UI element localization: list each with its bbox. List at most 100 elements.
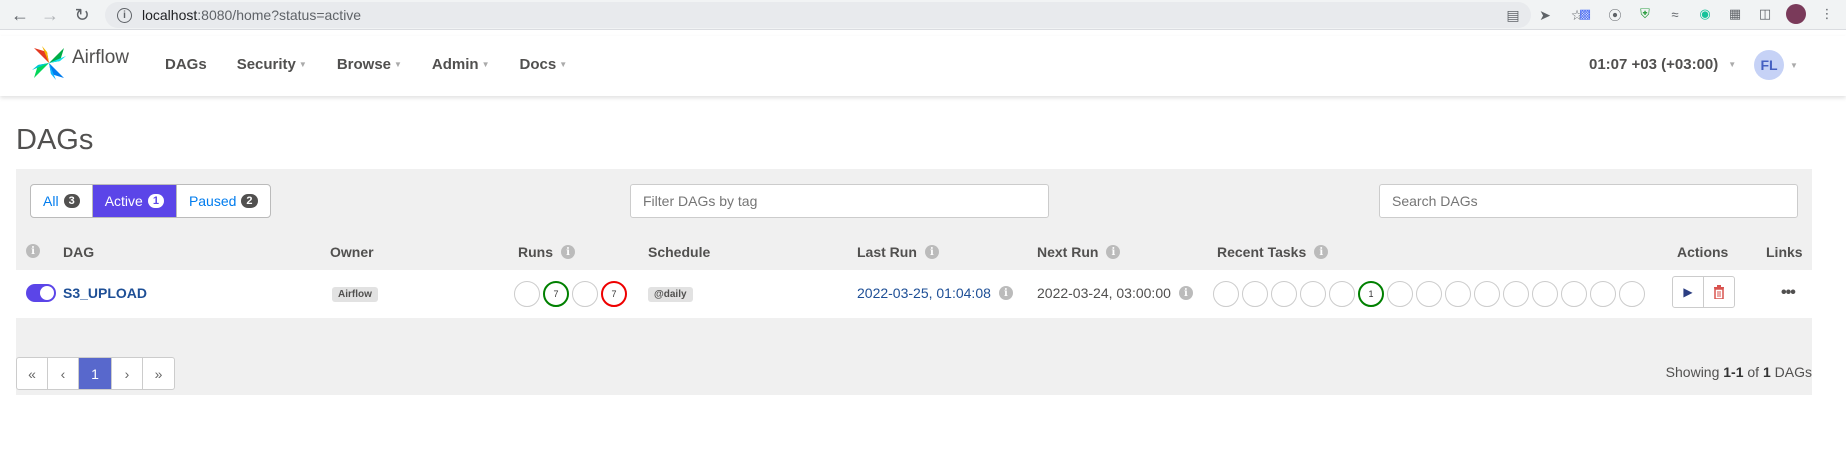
sidepanel-icon[interactable]: ◫ [1756, 5, 1774, 23]
info-icon: i [998, 286, 1013, 300]
run-state-running[interactable] [572, 281, 598, 307]
header-dag[interactable]: DAG [63, 244, 94, 260]
recent-task-state[interactable] [1271, 281, 1297, 307]
page-current[interactable]: 1 [79, 358, 112, 389]
info-icon: i [1314, 245, 1329, 259]
count-badge: 1 [147, 194, 164, 208]
filter-all[interactable]: All 3 [31, 185, 93, 217]
header-schedule: Schedule [648, 244, 710, 260]
header-recent-tasks-label: Recent Tasks [1217, 244, 1307, 260]
schedule-badge[interactable]: @daily [648, 287, 693, 302]
header-schedule-label: Schedule [648, 244, 711, 260]
recent-task-state[interactable] [1532, 281, 1558, 307]
extension-code-icon[interactable]: ⦿ [1606, 5, 1624, 23]
showing-count: Showing 1-1 of 1 DAGs [1666, 364, 1812, 380]
dag-pause-toggle[interactable] [26, 284, 56, 302]
user-menu[interactable]: FL ▼ [1754, 50, 1798, 80]
send-icon[interactable]: ➤ [1536, 6, 1554, 24]
filter-active[interactable]: Active 1 [92, 185, 177, 217]
header-runs: Runs i [518, 244, 575, 260]
extension-chart-icon[interactable]: ≈ [1666, 5, 1684, 23]
extensions-puzzle-icon[interactable]: ▦ [1726, 5, 1744, 23]
caret-down-icon: ▼ [298, 60, 307, 69]
info-icon: i [924, 245, 939, 259]
nav-security[interactable]: Security ▼ [237, 56, 307, 73]
app-navbar: Airflow DAGs Security ▼ Browse ▼ Admin ▼ Do… [0, 36, 1846, 96]
site-info-icon[interactable]: i [117, 7, 132, 23]
address-bar[interactable]: i localhost:8080/home?status=active [105, 2, 1531, 28]
search-dags-input[interactable] [1379, 184, 1798, 218]
browser-menu-icon[interactable]: ⋮ [1818, 5, 1836, 23]
nav-browse-label: Browse [336, 56, 391, 73]
timezone-clock[interactable]: 01:07 +03 (+03:00) ▼ [1589, 56, 1736, 73]
page-last[interactable]: » [143, 358, 174, 389]
caret-down-icon: ▼ [481, 60, 490, 69]
recent-task-state[interactable] [1474, 281, 1500, 307]
trash-icon [1714, 285, 1724, 299]
header-owner-label: Owner [330, 244, 374, 260]
header-next-run[interactable]: Next Run i [1037, 244, 1121, 260]
url-path: :8080/home?status=active [197, 7, 362, 23]
recent-task-state[interactable] [1561, 281, 1587, 307]
nav-dags-label: DAGs [165, 56, 207, 73]
nav-dags[interactable]: DAGs [165, 56, 207, 73]
last-run-link[interactable]: 2022-03-25, 01:04:08 i [857, 285, 1013, 301]
page-prev[interactable]: ‹ [48, 358, 79, 389]
more-links-icon[interactable]: ••• [1781, 284, 1796, 302]
recent-task-state[interactable] [1213, 281, 1239, 307]
avatar: FL [1754, 50, 1784, 80]
header-actions: Actions [1677, 244, 1728, 260]
pagination: « ‹ 1 › » [16, 357, 175, 390]
count-badge: 2 [241, 194, 258, 208]
page-next[interactable]: › [112, 358, 143, 389]
owner-badge[interactable]: Airflow [332, 287, 378, 302]
caret-down-icon: ▼ [394, 60, 402, 69]
trigger-dag-button[interactable]: ▶ [1672, 276, 1704, 308]
recent-task-state[interactable] [1619, 281, 1645, 307]
recent-task-state[interactable] [1242, 281, 1268, 307]
recent-task-state[interactable] [1300, 281, 1326, 307]
filter-paused[interactable]: Paused 2 [177, 185, 270, 217]
header-owner[interactable]: Owner [330, 244, 374, 260]
reload-icon[interactable]: ↻ [68, 1, 96, 29]
extension-translate-icon[interactable]: ▩ [1576, 5, 1594, 23]
extension-shield-icon[interactable]: ⛨ [1636, 5, 1654, 23]
header-recent-tasks: Recent Tasks i [1217, 244, 1329, 260]
recent-task-state[interactable] [1329, 281, 1355, 307]
recent-task-state[interactable] [1590, 281, 1616, 307]
info-icon: i [1106, 245, 1121, 259]
nav-security-label: Security [236, 56, 296, 73]
extension-grammarly-icon[interactable]: ◉ [1696, 5, 1714, 23]
pinwheel-icon [32, 46, 66, 80]
recent-task-state[interactable] [1387, 281, 1413, 307]
recent-task-state[interactable] [1503, 281, 1529, 307]
nav-docs[interactable]: Docs ▼ [520, 56, 568, 73]
caret-down-icon: ▼ [559, 60, 568, 69]
delete-dag-button[interactable] [1703, 276, 1735, 308]
next-run-text: 2022-03-24, 03:00:00 [1037, 285, 1171, 301]
run-state-failed[interactable]: 7 [601, 281, 627, 307]
browser-toolbar: ← → ↻ i localhost:8080/home?status=activ… [0, 0, 1846, 30]
page-first[interactable]: « [17, 358, 48, 389]
dags-panel: All3 Active1 Paused2 i DAG Owner Runsi S… [16, 169, 1812, 395]
run-state-queued[interactable] [514, 281, 540, 307]
airflow-logo[interactable]: Airflow [30, 44, 129, 82]
recent-task-state[interactable]: 1 [1358, 281, 1384, 307]
forward-icon[interactable]: → [36, 1, 64, 29]
nav-browse[interactable]: Browse ▼ [337, 56, 402, 73]
header-last-run: Last Run i [857, 244, 939, 260]
nav-admin[interactable]: Admin ▼ [432, 56, 490, 73]
tag-filter-input[interactable] [630, 184, 1049, 218]
translate-icon[interactable]: ▤ [1504, 6, 1522, 24]
recent-task-state[interactable] [1445, 281, 1471, 307]
dag-link[interactable]: S3_UPLOAD [63, 285, 147, 301]
recent-task-state[interactable] [1416, 281, 1442, 307]
showing-prefix: Showing [1665, 364, 1724, 380]
count-badge: 3 [63, 194, 80, 208]
header-info: i [26, 244, 40, 258]
info-icon: i [26, 244, 40, 258]
profile-avatar-icon[interactable] [1786, 4, 1806, 24]
header-links: Links [1766, 244, 1803, 260]
back-icon[interactable]: ← [6, 1, 34, 29]
run-state-success[interactable]: 7 [543, 281, 569, 307]
